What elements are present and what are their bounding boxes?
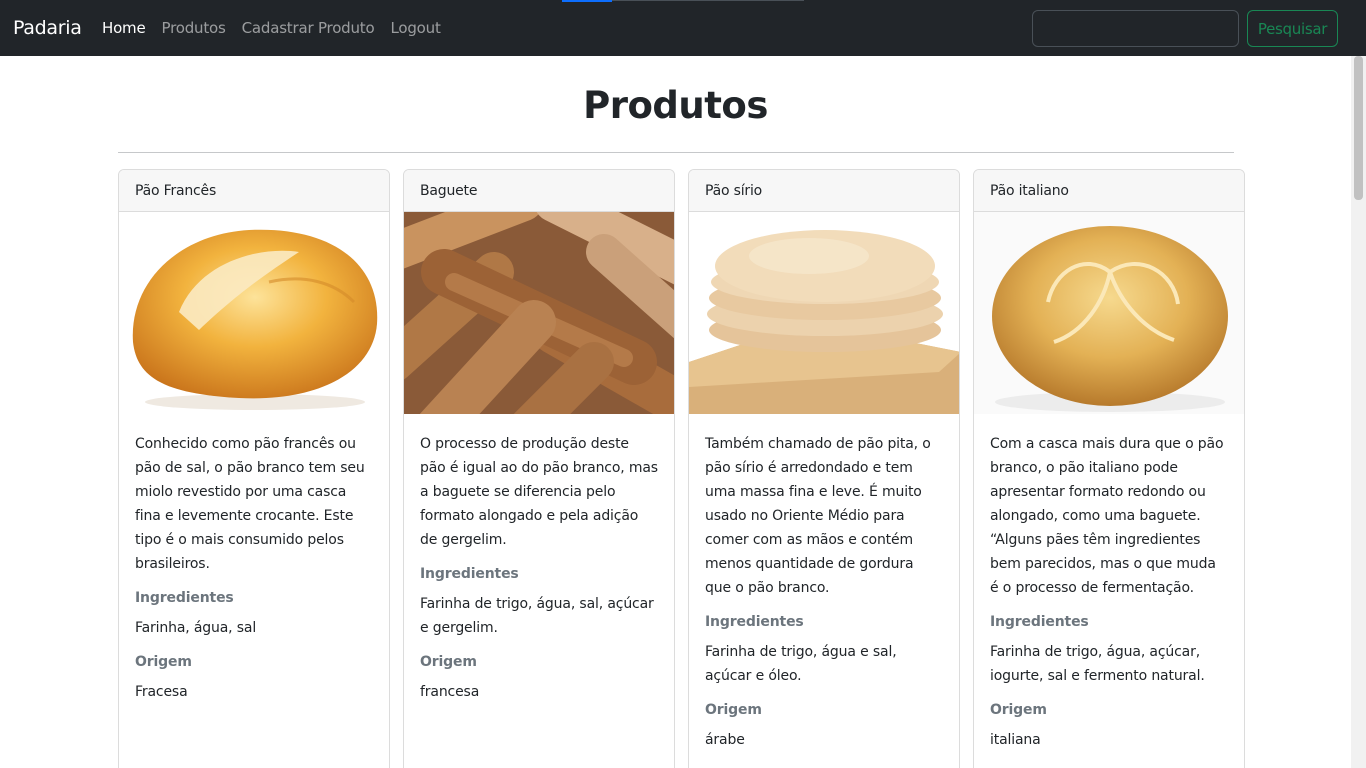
card-ingredients: Farinha de trigo, água e sal, açúcar e ó… (705, 644, 897, 684)
card-ingredients-label: Ingredientes (705, 614, 804, 630)
search-button[interactable]: Pesquisar (1247, 10, 1338, 47)
french-bread-image (119, 212, 389, 414)
divider (118, 152, 1234, 153)
baguettes-image (404, 212, 674, 414)
search-input[interactable] (1032, 10, 1239, 47)
product-card: Pão sírio Também chamado de pão pita, o … (688, 169, 960, 768)
navbar: Padaria Home Produtos Cadastrar Produto … (0, 0, 1366, 56)
page-title: Produtos (583, 84, 768, 127)
product-card: Pão Francês Conhecido como pão francês o… (118, 169, 390, 768)
nav-link-home[interactable]: Home (102, 18, 146, 38)
page-scrollbar[interactable] (1351, 56, 1366, 768)
card-ingredients: Farinha de trigo, água, sal, açúcar e ge… (420, 596, 654, 636)
card-title: Pão italiano (974, 170, 1244, 212)
card-title: Pão Francês (119, 170, 389, 212)
nav-link-produtos[interactable]: Produtos (162, 18, 226, 38)
card-description: Conhecido como pão francês ou pão de sal… (135, 436, 365, 572)
card-body: Conhecido como pão francês ou pão de sal… (119, 414, 389, 704)
tab-indicator-track (612, 0, 804, 1)
product-card: Baguete O processo de produção deste pão… (403, 169, 675, 768)
card-ingredients: Farinha, água, sal (135, 620, 257, 636)
nav-link-logout[interactable]: Logout (390, 18, 440, 38)
tab-indicator (562, 0, 612, 2)
card-description: O processo de produção deste pão é igual… (420, 436, 658, 548)
card-title: Pão sírio (689, 170, 959, 212)
nav-links: Home Produtos Cadastrar Produto Logout (102, 18, 457, 38)
card-origin-label: Origem (990, 702, 1047, 718)
card-ingredients-label: Ingredientes (420, 566, 519, 582)
card-origin-label: Origem (135, 654, 192, 670)
nav-link-cadastrar-produto[interactable]: Cadastrar Produto (242, 18, 375, 38)
product-card: Pão italiano Com a casca mais dura que o… (973, 169, 1245, 768)
card-origin: francesa (420, 684, 480, 700)
card-title: Baguete (404, 170, 674, 212)
card-origin-label: Origem (420, 654, 477, 670)
card-body: Também chamado de pão pita, o pão sírio … (689, 414, 959, 752)
card-ingredients: Farinha de trigo, água, açúcar, iogurte,… (990, 644, 1205, 684)
card-description: Com a casca mais dura que o pão branco, … (990, 436, 1224, 596)
card-ingredients-label: Ingredientes (990, 614, 1089, 630)
card-body: O processo de produção deste pão é igual… (404, 414, 674, 704)
pita-bread-image (689, 212, 959, 414)
card-origin: árabe (705, 732, 745, 748)
card-ingredients-label: Ingredientes (135, 590, 234, 606)
card-origin: italiana (990, 732, 1041, 748)
scrollbar-thumb[interactable] (1354, 56, 1363, 200)
card-description: Também chamado de pão pita, o pão sírio … (705, 436, 931, 596)
card-origin-label: Origem (705, 702, 762, 718)
navbar-brand[interactable]: Padaria (13, 16, 82, 40)
italian-bread-image (974, 212, 1244, 414)
card-body: Com a casca mais dura que o pão branco, … (974, 414, 1244, 752)
card-origin: Fracesa (135, 684, 188, 700)
